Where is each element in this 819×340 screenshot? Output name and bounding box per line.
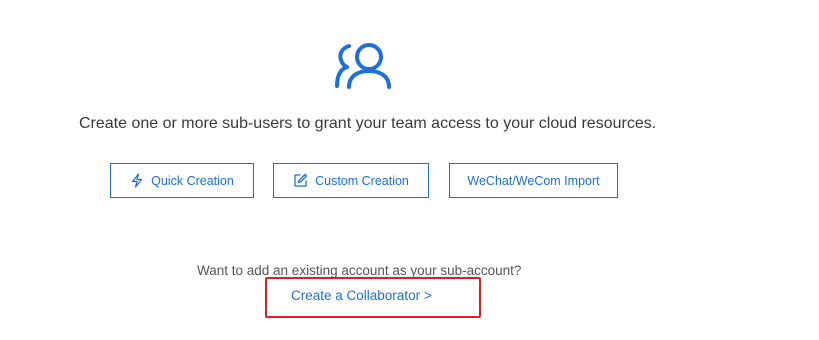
quick-creation-label: Quick Creation: [151, 173, 234, 188]
edit-icon: [294, 173, 308, 187]
wechat-wecom-import-label: WeChat/WeCom Import: [467, 173, 600, 188]
users-icon: [335, 43, 391, 89]
custom-creation-button[interactable]: Custom Creation: [273, 163, 429, 198]
custom-creation-label: Custom Creation: [315, 173, 409, 188]
quick-creation-button[interactable]: Quick Creation: [110, 163, 254, 198]
page-headline: Create one or more sub-users to grant yo…: [79, 115, 657, 132]
wechat-wecom-import-button[interactable]: WeChat/WeCom Import: [449, 163, 618, 198]
collaborator-prompt: Want to add an existing account as your …: [197, 263, 522, 278]
lightning-icon: [132, 173, 143, 188]
create-collaborator-link[interactable]: Create a Collaborator >: [291, 288, 432, 303]
